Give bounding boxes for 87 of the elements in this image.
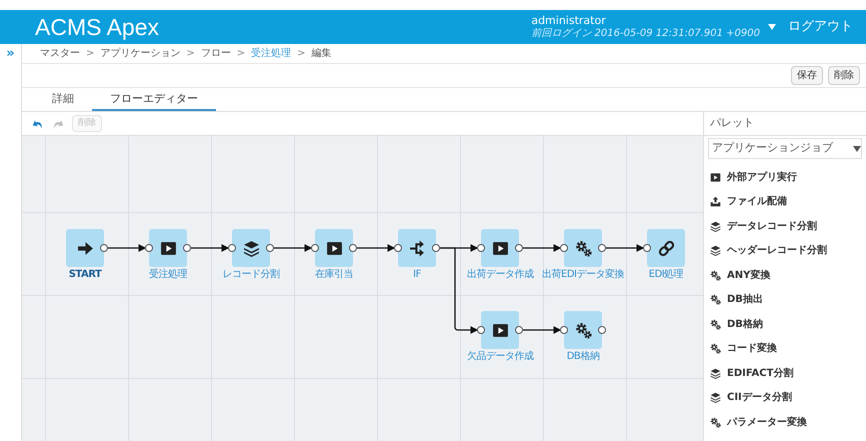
connector-arrow <box>606 244 644 252</box>
connector-arrow <box>191 244 230 252</box>
node-label: EDI処理 <box>648 270 684 280</box>
output-port[interactable] <box>598 244 606 252</box>
play-icon <box>492 240 508 256</box>
gears-icon <box>710 294 721 306</box>
connector-arrow <box>523 326 562 334</box>
connector-arrow <box>108 244 146 252</box>
output-port[interactable] <box>432 244 440 252</box>
caret-icon[interactable] <box>768 24 776 30</box>
breadcrumb-item: マスター <box>40 47 80 61</box>
output-port[interactable] <box>266 244 274 252</box>
palette-title: パレット <box>710 115 754 132</box>
input-port[interactable] <box>145 244 153 252</box>
gears-icon <box>574 240 592 256</box>
breadcrumb-item: アプリケーション <box>100 46 180 61</box>
palette-item[interactable]: DB格納 <box>710 312 866 336</box>
breadcrumb-separator: > <box>236 47 246 61</box>
connector-arrow <box>274 244 312 252</box>
play-icon <box>492 322 508 338</box>
branch-icon <box>408 240 426 256</box>
palette-item[interactable]: ファイル配備 <box>710 190 866 214</box>
layers-icon <box>710 245 721 256</box>
palette-item[interactable]: 外部アプリ実行 <box>710 165 866 190</box>
layers-icon <box>710 392 721 404</box>
node-label: IF <box>413 270 421 280</box>
breadcrumb-separator: > <box>86 47 94 61</box>
node-label: 受注処理 <box>149 270 187 280</box>
last-login-text: 前回ログイン 2016-05-09 12:31:07.901 +0900 <box>531 28 760 40</box>
palette-item[interactable]: DB抽出 <box>710 288 866 312</box>
layers-icon <box>710 368 721 379</box>
input-port[interactable] <box>311 244 319 252</box>
node-label: START <box>68 270 102 280</box>
node-label: 在庫引当 <box>315 270 353 280</box>
input-port[interactable] <box>560 326 568 334</box>
node-label: レコード分割 <box>222 270 280 280</box>
node-label: DB格納 <box>566 352 600 362</box>
sidebar-toggle[interactable]: » <box>6 47 15 60</box>
action-button[interactable]: 削除 <box>828 66 860 85</box>
palette-item[interactable]: ANY変換 <box>710 263 866 288</box>
palette-item[interactable]: コード変換 <box>710 336 866 361</box>
gears-icon <box>710 270 721 281</box>
node-label: 欠品データ作成 <box>466 352 534 362</box>
play-icon <box>160 240 176 256</box>
node-label: 出荷データ作成 <box>466 270 534 280</box>
breadcrumb-separator: > <box>297 47 306 61</box>
output-port[interactable] <box>515 244 523 252</box>
output-port[interactable] <box>349 244 357 252</box>
action-button[interactable]: 保存 <box>791 66 823 85</box>
input-port[interactable] <box>394 244 402 252</box>
breadcrumb-item: 編集 <box>312 47 332 61</box>
upload-tray-icon <box>710 196 721 208</box>
gears-icon <box>710 318 721 330</box>
gears-icon <box>710 343 721 354</box>
node-label: 出荷EDIデータ変換 <box>542 270 624 280</box>
caret-icon <box>853 146 861 152</box>
layers-icon <box>710 220 721 232</box>
app-logo: ACMS Apex <box>35 16 159 38</box>
gears-icon <box>574 322 592 338</box>
palette-item[interactable]: パラメーター変換 <box>710 410 866 434</box>
arrow-icon <box>76 240 94 256</box>
play-icon <box>326 240 342 256</box>
input-port[interactable] <box>477 326 485 334</box>
palette-item[interactable]: EDIFACT分割 <box>710 361 866 386</box>
palette-item[interactable]: データレコード分割 <box>710 214 866 238</box>
palette-item[interactable]: ヘッダーレコード分割 <box>710 238 866 263</box>
gears-icon <box>710 416 721 428</box>
input-port[interactable] <box>560 244 568 252</box>
tab[interactable]: フローエディター <box>92 89 216 111</box>
category-dropdown[interactable]: アプリケーションジョブ <box>708 138 862 159</box>
output-port[interactable] <box>515 326 523 334</box>
tab[interactable]: 詳細 <box>34 89 92 111</box>
link-icon <box>658 240 674 256</box>
palette-item[interactable]: CIIデータ分割 <box>710 386 866 410</box>
output-port[interactable] <box>100 244 108 252</box>
input-port[interactable] <box>228 244 236 252</box>
input-port[interactable] <box>643 244 651 252</box>
breadcrumb-separator: > <box>186 47 195 61</box>
connector-arrow <box>523 244 562 252</box>
play-icon <box>710 172 721 183</box>
output-port[interactable] <box>183 244 191 252</box>
connector-arrow <box>357 244 396 252</box>
output-port[interactable] <box>598 326 606 334</box>
user-name: administrator <box>531 14 607 28</box>
layers-icon <box>242 240 260 256</box>
input-port[interactable] <box>477 244 485 252</box>
breadcrumb-item: フロー <box>200 47 231 61</box>
